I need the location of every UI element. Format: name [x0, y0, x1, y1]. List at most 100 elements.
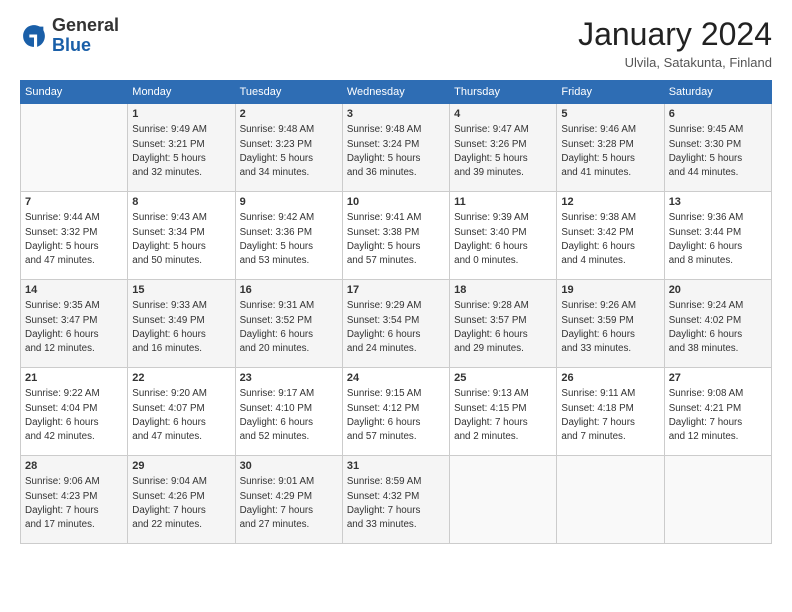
day-cell: 9Sunrise: 9:42 AM Sunset: 3:36 PM Daylig…: [235, 192, 342, 280]
day-info: Sunrise: 9:47 AM Sunset: 3:26 PM Dayligh…: [454, 123, 552, 180]
day-cell: 28Sunrise: 9:06 AM Sunset: 4:23 PM Dayli…: [21, 456, 128, 544]
day-info: Sunrise: 9:24 AM Sunset: 4:02 PM Dayligh…: [669, 299, 767, 356]
day-cell: 8Sunrise: 9:43 AM Sunset: 3:34 PM Daylig…: [128, 192, 235, 280]
day-info: Sunrise: 9:31 AM Sunset: 3:52 PM Dayligh…: [240, 299, 338, 356]
col-friday: Friday: [557, 81, 664, 104]
day-number: 5: [561, 107, 659, 122]
day-cell: 27Sunrise: 9:08 AM Sunset: 4:21 PM Dayli…: [664, 368, 771, 456]
day-info: Sunrise: 8:59 AM Sunset: 4:32 PM Dayligh…: [347, 475, 445, 532]
page: General Blue January 2024 Ulvila, Sataku…: [0, 0, 792, 612]
day-cell: 21Sunrise: 9:22 AM Sunset: 4:04 PM Dayli…: [21, 368, 128, 456]
day-number: 24: [347, 371, 445, 386]
day-number: 26: [561, 371, 659, 386]
day-cell: [557, 456, 664, 544]
day-cell: 14Sunrise: 9:35 AM Sunset: 3:47 PM Dayli…: [21, 280, 128, 368]
day-info: Sunrise: 9:28 AM Sunset: 3:57 PM Dayligh…: [454, 299, 552, 356]
col-wednesday: Wednesday: [342, 81, 449, 104]
day-cell: 17Sunrise: 9:29 AM Sunset: 3:54 PM Dayli…: [342, 280, 449, 368]
day-cell: 29Sunrise: 9:04 AM Sunset: 4:26 PM Dayli…: [128, 456, 235, 544]
day-info: Sunrise: 9:48 AM Sunset: 3:23 PM Dayligh…: [240, 123, 338, 180]
day-info: Sunrise: 9:38 AM Sunset: 3:42 PM Dayligh…: [561, 211, 659, 268]
day-cell: 2Sunrise: 9:48 AM Sunset: 3:23 PM Daylig…: [235, 104, 342, 192]
day-info: Sunrise: 9:13 AM Sunset: 4:15 PM Dayligh…: [454, 387, 552, 444]
day-number: 13: [669, 195, 767, 210]
day-number: 20: [669, 283, 767, 298]
month-title: January 2024: [578, 16, 772, 53]
day-number: 4: [454, 107, 552, 122]
day-number: 25: [454, 371, 552, 386]
day-info: Sunrise: 9:33 AM Sunset: 3:49 PM Dayligh…: [132, 299, 230, 356]
day-info: Sunrise: 9:08 AM Sunset: 4:21 PM Dayligh…: [669, 387, 767, 444]
header-row: Sunday Monday Tuesday Wednesday Thursday…: [21, 81, 772, 104]
day-cell: 6Sunrise: 9:45 AM Sunset: 3:30 PM Daylig…: [664, 104, 771, 192]
col-monday: Monday: [128, 81, 235, 104]
day-cell: [664, 456, 771, 544]
day-number: 12: [561, 195, 659, 210]
day-number: 21: [25, 371, 123, 386]
day-cell: [21, 104, 128, 192]
day-cell: 22Sunrise: 9:20 AM Sunset: 4:07 PM Dayli…: [128, 368, 235, 456]
day-number: 3: [347, 107, 445, 122]
day-cell: 19Sunrise: 9:26 AM Sunset: 3:59 PM Dayli…: [557, 280, 664, 368]
day-cell: 13Sunrise: 9:36 AM Sunset: 3:44 PM Dayli…: [664, 192, 771, 280]
day-number: 19: [561, 283, 659, 298]
day-info: Sunrise: 9:11 AM Sunset: 4:18 PM Dayligh…: [561, 387, 659, 444]
day-info: Sunrise: 9:17 AM Sunset: 4:10 PM Dayligh…: [240, 387, 338, 444]
day-info: Sunrise: 9:39 AM Sunset: 3:40 PM Dayligh…: [454, 211, 552, 268]
day-number: 14: [25, 283, 123, 298]
day-number: 9: [240, 195, 338, 210]
day-number: 15: [132, 283, 230, 298]
logo-text: General Blue: [52, 16, 119, 56]
subtitle: Ulvila, Satakunta, Finland: [578, 55, 772, 70]
day-cell: 26Sunrise: 9:11 AM Sunset: 4:18 PM Dayli…: [557, 368, 664, 456]
day-cell: 15Sunrise: 9:33 AM Sunset: 3:49 PM Dayli…: [128, 280, 235, 368]
day-cell: 25Sunrise: 9:13 AM Sunset: 4:15 PM Dayli…: [450, 368, 557, 456]
day-cell: 5Sunrise: 9:46 AM Sunset: 3:28 PM Daylig…: [557, 104, 664, 192]
day-number: 22: [132, 371, 230, 386]
col-tuesday: Tuesday: [235, 81, 342, 104]
col-thursday: Thursday: [450, 81, 557, 104]
day-cell: 20Sunrise: 9:24 AM Sunset: 4:02 PM Dayli…: [664, 280, 771, 368]
col-saturday: Saturday: [664, 81, 771, 104]
day-info: Sunrise: 9:29 AM Sunset: 3:54 PM Dayligh…: [347, 299, 445, 356]
day-number: 30: [240, 459, 338, 474]
day-info: Sunrise: 9:43 AM Sunset: 3:34 PM Dayligh…: [132, 211, 230, 268]
calendar-table: Sunday Monday Tuesday Wednesday Thursday…: [20, 80, 772, 544]
day-info: Sunrise: 9:36 AM Sunset: 3:44 PM Dayligh…: [669, 211, 767, 268]
day-number: 18: [454, 283, 552, 298]
day-number: 31: [347, 459, 445, 474]
day-cell: 30Sunrise: 9:01 AM Sunset: 4:29 PM Dayli…: [235, 456, 342, 544]
week-row-1: 1Sunrise: 9:49 AM Sunset: 3:21 PM Daylig…: [21, 104, 772, 192]
day-info: Sunrise: 9:01 AM Sunset: 4:29 PM Dayligh…: [240, 475, 338, 532]
day-cell: 24Sunrise: 9:15 AM Sunset: 4:12 PM Dayli…: [342, 368, 449, 456]
day-number: 8: [132, 195, 230, 210]
day-info: Sunrise: 9:41 AM Sunset: 3:38 PM Dayligh…: [347, 211, 445, 268]
day-info: Sunrise: 9:42 AM Sunset: 3:36 PM Dayligh…: [240, 211, 338, 268]
day-number: 1: [132, 107, 230, 122]
day-info: Sunrise: 9:35 AM Sunset: 3:47 PM Dayligh…: [25, 299, 123, 356]
day-number: 23: [240, 371, 338, 386]
day-info: Sunrise: 9:04 AM Sunset: 4:26 PM Dayligh…: [132, 475, 230, 532]
col-sunday: Sunday: [21, 81, 128, 104]
day-number: 7: [25, 195, 123, 210]
day-cell: 12Sunrise: 9:38 AM Sunset: 3:42 PM Dayli…: [557, 192, 664, 280]
day-number: 29: [132, 459, 230, 474]
day-number: 10: [347, 195, 445, 210]
title-block: January 2024 Ulvila, Satakunta, Finland: [578, 16, 772, 70]
day-cell: 18Sunrise: 9:28 AM Sunset: 3:57 PM Dayli…: [450, 280, 557, 368]
day-cell: 4Sunrise: 9:47 AM Sunset: 3:26 PM Daylig…: [450, 104, 557, 192]
day-info: Sunrise: 9:49 AM Sunset: 3:21 PM Dayligh…: [132, 123, 230, 180]
header: General Blue January 2024 Ulvila, Sataku…: [20, 16, 772, 70]
day-info: Sunrise: 9:22 AM Sunset: 4:04 PM Dayligh…: [25, 387, 123, 444]
day-info: Sunrise: 9:20 AM Sunset: 4:07 PM Dayligh…: [132, 387, 230, 444]
day-info: Sunrise: 9:44 AM Sunset: 3:32 PM Dayligh…: [25, 211, 123, 268]
logo: General Blue: [20, 16, 119, 56]
day-cell: [450, 456, 557, 544]
day-number: 28: [25, 459, 123, 474]
day-number: 27: [669, 371, 767, 386]
day-info: Sunrise: 9:45 AM Sunset: 3:30 PM Dayligh…: [669, 123, 767, 180]
week-row-2: 7Sunrise: 9:44 AM Sunset: 3:32 PM Daylig…: [21, 192, 772, 280]
day-info: Sunrise: 9:26 AM Sunset: 3:59 PM Dayligh…: [561, 299, 659, 356]
logo-blue: Blue: [52, 35, 91, 55]
day-cell: 3Sunrise: 9:48 AM Sunset: 3:24 PM Daylig…: [342, 104, 449, 192]
